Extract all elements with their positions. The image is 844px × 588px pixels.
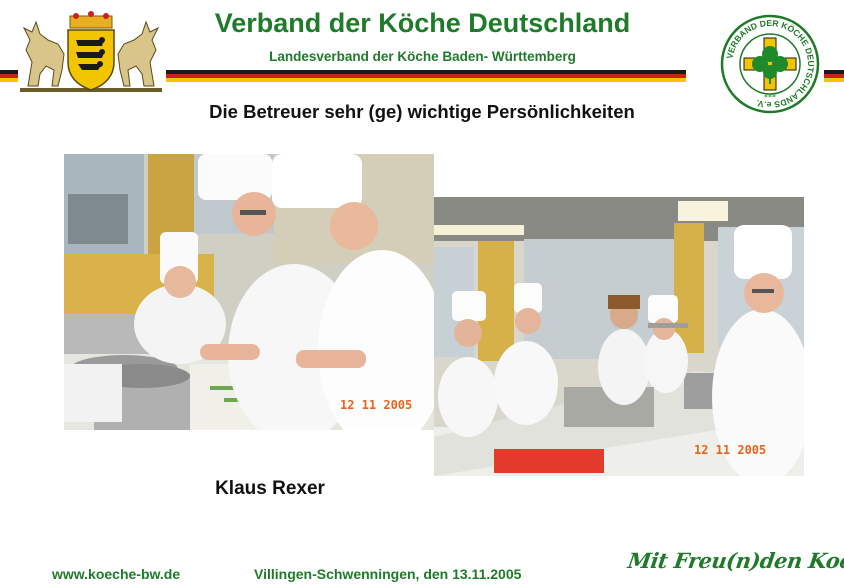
coat-of-arms-logo bbox=[18, 10, 164, 94]
footer-website-link[interactable]: www.koeche-bw.de bbox=[52, 566, 180, 582]
footer-location-date: Villingen-Schwenningen, den 13.11.2005 bbox=[254, 566, 522, 582]
photo-date-stamp: 12 11 2005 bbox=[340, 398, 413, 412]
photo-kitchen-training: 12 11 2005 bbox=[434, 197, 804, 476]
photo-date-stamp: 12 11 2005 bbox=[694, 443, 767, 457]
association-subtitle: Landesverband der Köche Baden- Württembe… bbox=[269, 49, 576, 64]
slide-heading: Die Betreuer sehr (ge) wichtige Persönli… bbox=[209, 101, 635, 122]
association-title: Verband der Köche Deutschland bbox=[214, 8, 631, 38]
photo-caption: Klaus Rexer bbox=[215, 478, 325, 499]
photo-klaus-rexer: 12 11 2005 bbox=[64, 154, 434, 430]
footer-slogan: Mit Freu(n)den Kochen bbox=[626, 548, 844, 573]
association-seal-logo: VERBAND DER KÖCHE DEUTSCHLANDS e.V. *** bbox=[720, 14, 820, 114]
